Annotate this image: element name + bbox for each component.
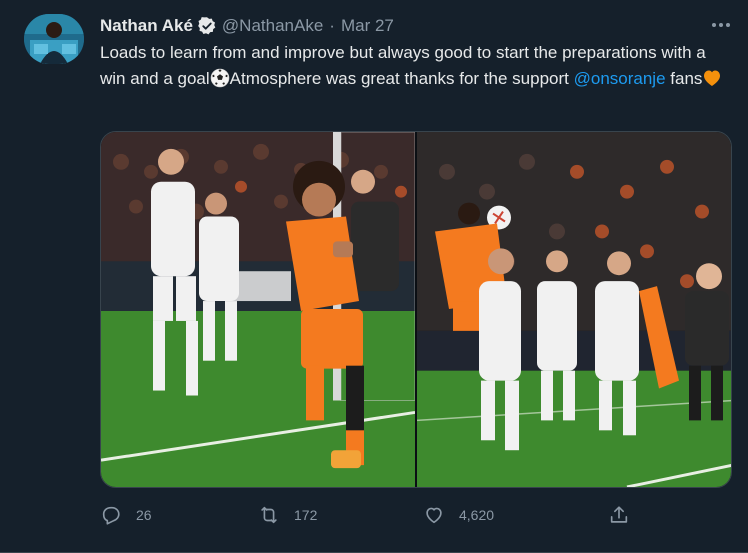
match-photo-left[interactable] <box>101 132 415 487</box>
avatar-image <box>24 14 84 64</box>
share-icon <box>610 506 628 523</box>
verified-badge-icon <box>198 17 216 35</box>
avatar[interactable] <box>24 14 84 64</box>
match-photo-right[interactable] <box>417 132 732 487</box>
tweet-card[interactable]: Nathan Aké @NathanAke · Mar 27 Loads to … <box>0 0 748 553</box>
heart-icon <box>426 507 442 524</box>
tweet-text: Loads to learn from and improve but alwa… <box>100 40 730 92</box>
author-name[interactable]: Nathan Aké <box>100 16 193 36</box>
soccer-ball-icon <box>210 68 229 88</box>
reply-icon <box>102 506 120 525</box>
retweet-button[interactable]: 172 <box>258 500 317 530</box>
retweet-icon <box>261 506 277 524</box>
more-options-icon[interactable] <box>710 14 732 36</box>
reply-count: 26 <box>136 507 152 523</box>
like-count: 4,620 <box>459 507 495 523</box>
mention-link[interactable]: @onsoranje <box>574 69 666 88</box>
tweet-header: Nathan Aké @NathanAke · Mar 27 <box>100 14 394 38</box>
tweet-text-part3: fans <box>665 69 703 88</box>
tweet-media[interactable] <box>100 131 732 488</box>
orange-heart-icon <box>704 70 721 86</box>
header-separator: · <box>329 16 335 35</box>
like-button[interactable]: 4,620 <box>423 500 494 530</box>
tweet-date[interactable]: Mar 27 <box>341 16 394 36</box>
tweet-text-part2: Atmosphere was great thanks for the supp… <box>229 69 574 88</box>
reply-button[interactable]: 26 <box>100 500 152 530</box>
author-handle[interactable]: @NathanAke <box>222 16 323 36</box>
tweet-actions: 26 172 4,620 <box>100 500 640 530</box>
share-button[interactable] <box>608 500 644 530</box>
retweet-count: 172 <box>294 507 318 523</box>
